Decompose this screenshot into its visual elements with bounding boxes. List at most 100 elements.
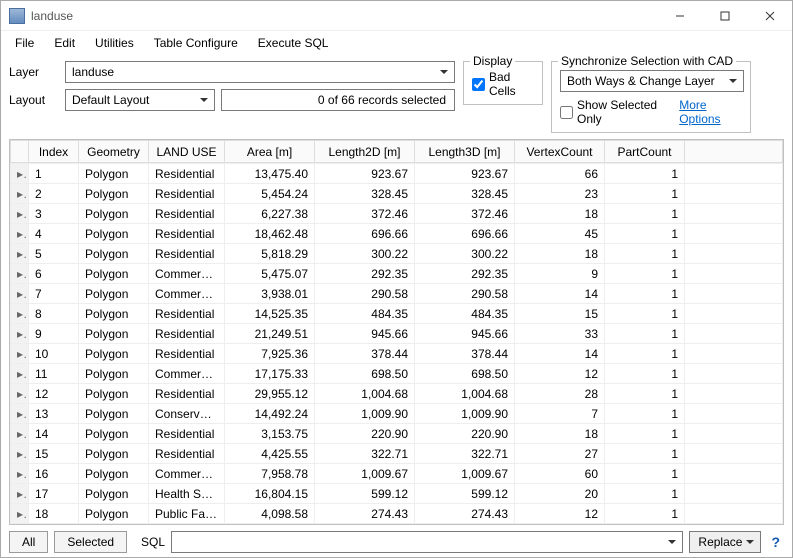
- cell-partcount[interactable]: 1: [605, 264, 685, 284]
- cell-area[interactable]: 7,925.36: [225, 344, 315, 364]
- cell-geometry[interactable]: Polygon: [79, 524, 149, 525]
- row-handle[interactable]: ▸: [11, 224, 29, 244]
- menu-utilities[interactable]: Utilities: [87, 34, 142, 52]
- cell-length2d[interactable]: 1,009.90: [315, 404, 415, 424]
- cell-geometry[interactable]: Polygon: [79, 184, 149, 204]
- layer-select[interactable]: landuse: [65, 61, 455, 83]
- table-row[interactable]: ▸1PolygonResidential13,475.40923.67923.6…: [11, 164, 783, 184]
- layout-select[interactable]: Default Layout: [65, 89, 215, 111]
- cell-vertexcount[interactable]: 14: [515, 344, 605, 364]
- cell-vertexcount[interactable]: 14: [515, 284, 605, 304]
- cell-geometry[interactable]: Polygon: [79, 304, 149, 324]
- cell-length3d[interactable]: 698.50: [415, 364, 515, 384]
- more-options-link[interactable]: More Options: [679, 98, 742, 126]
- cell-area[interactable]: 4,425.55: [225, 444, 315, 464]
- cell-length3d[interactable]: 292.35: [415, 264, 515, 284]
- show-selected-only-input[interactable]: [560, 106, 573, 119]
- cell-vertexcount[interactable]: 28: [515, 384, 605, 404]
- cell-vertexcount[interactable]: 18: [515, 424, 605, 444]
- col-length2d[interactable]: Length2D [m]: [315, 141, 415, 163]
- cell-vertexcount[interactable]: 23: [515, 184, 605, 204]
- cell-area[interactable]: 29,955.12: [225, 384, 315, 404]
- row-handle[interactable]: ▸: [11, 324, 29, 344]
- cell-length2d[interactable]: 322.71: [315, 444, 415, 464]
- cell-geometry[interactable]: Polygon: [79, 444, 149, 464]
- cell-landuse[interactable]: Residential: [149, 344, 225, 364]
- row-handle[interactable]: ▸: [11, 264, 29, 284]
- cell-index[interactable]: 12: [29, 384, 79, 404]
- cell-partcount[interactable]: 1: [605, 204, 685, 224]
- cell-length2d[interactable]: 290.58: [315, 284, 415, 304]
- cell-partcount[interactable]: 1: [605, 484, 685, 504]
- cell-partcount[interactable]: 1: [605, 364, 685, 384]
- cell-partcount[interactable]: 1: [605, 324, 685, 344]
- menu-file[interactable]: File: [7, 34, 42, 52]
- cell-landuse[interactable]: Commercial: [149, 284, 225, 304]
- cell-length2d[interactable]: 372.46: [315, 204, 415, 224]
- table-row[interactable]: ▸10PolygonResidential7,925.36378.44378.4…: [11, 344, 783, 364]
- cell-geometry[interactable]: Polygon: [79, 244, 149, 264]
- col-area[interactable]: Area [m]: [225, 141, 315, 163]
- cell-index[interactable]: 17: [29, 484, 79, 504]
- cell-area[interactable]: 1,483.77: [225, 524, 315, 525]
- cell-length3d[interactable]: 484.35: [415, 304, 515, 324]
- cell-partcount[interactable]: 1: [605, 304, 685, 324]
- menu-table-configure[interactable]: Table Configure: [146, 34, 246, 52]
- col-length3d[interactable]: Length3D [m]: [415, 141, 515, 163]
- cell-area[interactable]: 17,175.33: [225, 364, 315, 384]
- cell-vertexcount[interactable]: 12: [515, 504, 605, 524]
- cell-area[interactable]: 7,958.78: [225, 464, 315, 484]
- cell-geometry[interactable]: Polygon: [79, 204, 149, 224]
- cell-area[interactable]: 3,938.01: [225, 284, 315, 304]
- bad-cells-checkbox[interactable]: Bad Cells: [472, 70, 534, 98]
- cell-index[interactable]: 9: [29, 324, 79, 344]
- cell-length2d[interactable]: 696.66: [315, 224, 415, 244]
- row-handle[interactable]: ▸: [11, 284, 29, 304]
- cell-index[interactable]: 8: [29, 304, 79, 324]
- cell-geometry[interactable]: Polygon: [79, 464, 149, 484]
- cell-landuse[interactable]: Commercial: [149, 464, 225, 484]
- row-handle[interactable]: ▸: [11, 504, 29, 524]
- cell-partcount[interactable]: 1: [605, 244, 685, 264]
- row-handle[interactable]: ▸: [11, 304, 29, 324]
- cell-partcount[interactable]: 1: [605, 224, 685, 244]
- filter-selected-button[interactable]: Selected: [54, 531, 127, 553]
- cell-landuse[interactable]: Residential: [149, 324, 225, 344]
- col-row-header[interactable]: [11, 141, 29, 163]
- cell-landuse[interactable]: Residential: [149, 164, 225, 184]
- cell-landuse[interactable]: Residential: [149, 204, 225, 224]
- col-landuse[interactable]: LAND USE: [149, 141, 225, 163]
- cell-index[interactable]: 14: [29, 424, 79, 444]
- cell-index[interactable]: 3: [29, 204, 79, 224]
- cell-vertexcount[interactable]: 15: [515, 304, 605, 324]
- cell-length2d[interactable]: 923.67: [315, 164, 415, 184]
- cell-length3d[interactable]: 220.90: [415, 424, 515, 444]
- cell-vertexcount[interactable]: 33: [515, 324, 605, 344]
- sql-input[interactable]: [171, 531, 683, 553]
- table-row[interactable]: ▸12PolygonResidential29,955.121,004.681,…: [11, 384, 783, 404]
- table-row[interactable]: ▸17PolygonHealth Servi...16,804.15599.12…: [11, 484, 783, 504]
- cell-length3d[interactable]: 322.71: [415, 444, 515, 464]
- row-handle[interactable]: ▸: [11, 184, 29, 204]
- cell-partcount[interactable]: 1: [605, 524, 685, 525]
- cell-landuse[interactable]: Commercial: [149, 524, 225, 525]
- table-row[interactable]: ▸18PolygonPublic Facilit...4,098.58274.4…: [11, 504, 783, 524]
- cell-length3d[interactable]: 945.66: [415, 324, 515, 344]
- cell-landuse[interactable]: Commercial: [149, 264, 225, 284]
- cell-index[interactable]: 4: [29, 224, 79, 244]
- cell-partcount[interactable]: 1: [605, 504, 685, 524]
- cell-index[interactable]: 2: [29, 184, 79, 204]
- row-handle[interactable]: ▸: [11, 404, 29, 424]
- cell-length3d[interactable]: 274.43: [415, 504, 515, 524]
- cell-landuse[interactable]: Residential: [149, 184, 225, 204]
- cell-landuse[interactable]: Residential: [149, 244, 225, 264]
- cell-length3d[interactable]: 1,009.90: [415, 404, 515, 424]
- table-row[interactable]: ▸16PolygonCommercial7,958.781,009.671,00…: [11, 464, 783, 484]
- cell-length2d[interactable]: 172.03: [315, 524, 415, 525]
- cell-area[interactable]: 14,525.35: [225, 304, 315, 324]
- cell-area[interactable]: 14,492.24: [225, 404, 315, 424]
- cell-geometry[interactable]: Polygon: [79, 264, 149, 284]
- row-handle[interactable]: ▸: [11, 204, 29, 224]
- cell-geometry[interactable]: Polygon: [79, 424, 149, 444]
- menu-execute-sql[interactable]: Execute SQL: [250, 34, 337, 52]
